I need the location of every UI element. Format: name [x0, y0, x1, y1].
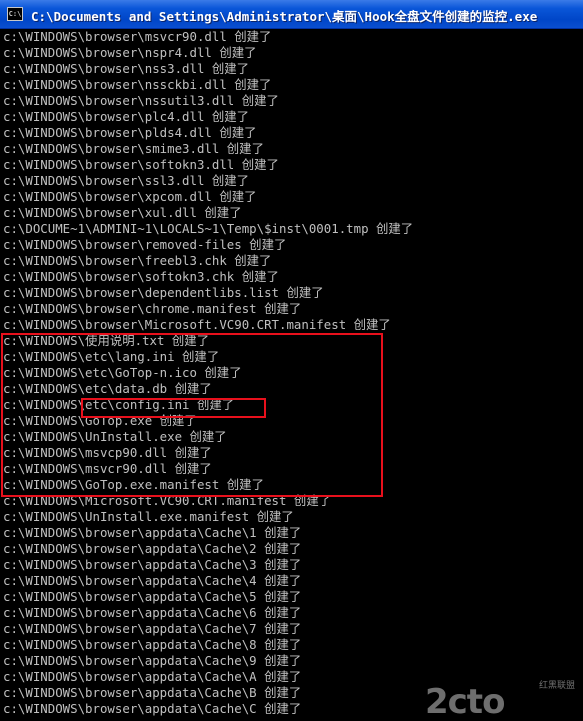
console-output: c:\WINDOWS\browser\msvcr90.dll 创建了 c:\WI…	[0, 29, 583, 721]
console-line: c:\WINDOWS\browser\chrome.manifest 创建了	[3, 301, 302, 316]
title-bar[interactable]: C:\ C:\Documents and Settings\Administra…	[0, 0, 583, 29]
console-line: c:\WINDOWS\browser\xul.dll 创建了	[3, 205, 242, 220]
console-line: c:\WINDOWS\browser\appdata\Cache\9 创建了	[3, 653, 302, 668]
console-line: c:\WINDOWS\browser\softokn3.dll 创建了	[3, 157, 279, 172]
console-line: c:\WINDOWS\browser\appdata\Cache\8 创建了	[3, 637, 302, 652]
console-line: c:\WINDOWS\GoTop.exe 创建了	[3, 413, 197, 428]
console-line: c:\WINDOWS\browser\nssutil3.dll 创建了	[3, 93, 279, 108]
console-line: c:\DOCUME~1\ADMINI~1\LOCALS~1\Temp\$inst…	[3, 221, 414, 236]
console-line: c:\WINDOWS\browser\appdata\Cache\5 创建了	[3, 589, 302, 604]
console-line: c:\WINDOWS\etc\config.ini 创建了	[3, 397, 235, 412]
console-line: c:\WINDOWS\msvcr90.dll 创建了	[3, 461, 212, 476]
console-line: c:\WINDOWS\browser\appdata\Cache\6 创建了	[3, 605, 302, 620]
console-line: c:\WINDOWS\browser\appdata\Cache\1 创建了	[3, 525, 302, 540]
console-line: c:\WINDOWS\msvcp90.dll 创建了	[3, 445, 212, 460]
console-line: c:\WINDOWS\etc\data.db 创建了	[3, 381, 212, 396]
console-line: c:\WINDOWS\browser\removed-files 创建了	[3, 237, 287, 252]
console-line: c:\WINDOWS\browser\plc4.dll 创建了	[3, 109, 250, 124]
window-title: C:\Documents and Settings\Administrator\…	[31, 9, 538, 24]
console-line: c:\WINDOWS\browser\appdata\Cache\C 创建了	[3, 701, 302, 716]
console-line: c:\WINDOWS\使用说明.txt 创建了	[3, 333, 210, 348]
console-line: c:\WINDOWS\browser\softokn3.chk 创建了	[3, 269, 279, 284]
console-line: c:\WINDOWS\etc\GoTop-n.ico 创建了	[3, 365, 242, 380]
console-line: c:\WINDOWS\GoTop.exe.manifest 创建了	[3, 477, 264, 492]
console-line: c:\WINDOWS\browser\appdata\Cache\2 创建了	[3, 541, 302, 556]
console-line: c:\WINDOWS\browser\appdata\Cache\7 创建了	[3, 621, 302, 636]
console-line: c:\WINDOWS\browser\nss3.dll 创建了	[3, 61, 250, 76]
console-app-icon: C:\	[7, 7, 23, 21]
console-line: c:\WINDOWS\browser\smime3.dll 创建了	[3, 141, 264, 156]
console-line: c:\WINDOWS\browser\dependentlibs.list 创建…	[3, 285, 324, 300]
console-line: c:\WINDOWS\browser\xpcom.dll 创建了	[3, 189, 257, 204]
console-line: c:\WINDOWS\browser\Microsoft.VC90.CRT.ma…	[3, 317, 391, 332]
console-line: c:\WINDOWS\browser\appdata\Cache\A 创建了	[3, 669, 302, 684]
console-line: c:\WINDOWS\browser\appdata\Cache\B 创建了	[3, 685, 302, 700]
console-line: c:\WINDOWS\UnInstall.exe.manifest 创建了	[3, 509, 294, 524]
console-line: c:\WINDOWS\browser\ssl3.dll 创建了	[3, 173, 250, 188]
console-line: c:\WINDOWS\UnInstall.exe 创建了	[3, 429, 227, 444]
console-line: c:\WINDOWS\browser\plds4.dll 创建了	[3, 125, 257, 140]
console-line: c:\WINDOWS\etc\lang.ini 创建了	[3, 349, 220, 364]
console-line: c:\WINDOWS\browser\appdata\Cache\4 创建了	[3, 573, 302, 588]
console-line: c:\WINDOWS\Microsoft.VC90.CRT.manifest 创…	[3, 493, 332, 508]
console-window: C:\ C:\Documents and Settings\Administra…	[0, 0, 583, 721]
console-line: c:\WINDOWS\browser\appdata\Cache\3 创建了	[3, 557, 302, 572]
console-line: c:\WINDOWS\browser\nspr4.dll 创建了	[3, 45, 257, 60]
console-line: c:\WINDOWS\browser\freebl3.chk 创建了	[3, 253, 272, 268]
console-line: c:\WINDOWS\browser\msvcr90.dll 创建了	[3, 29, 272, 44]
console-line: c:\WINDOWS\browser\nssckbi.dll 创建了	[3, 77, 272, 92]
